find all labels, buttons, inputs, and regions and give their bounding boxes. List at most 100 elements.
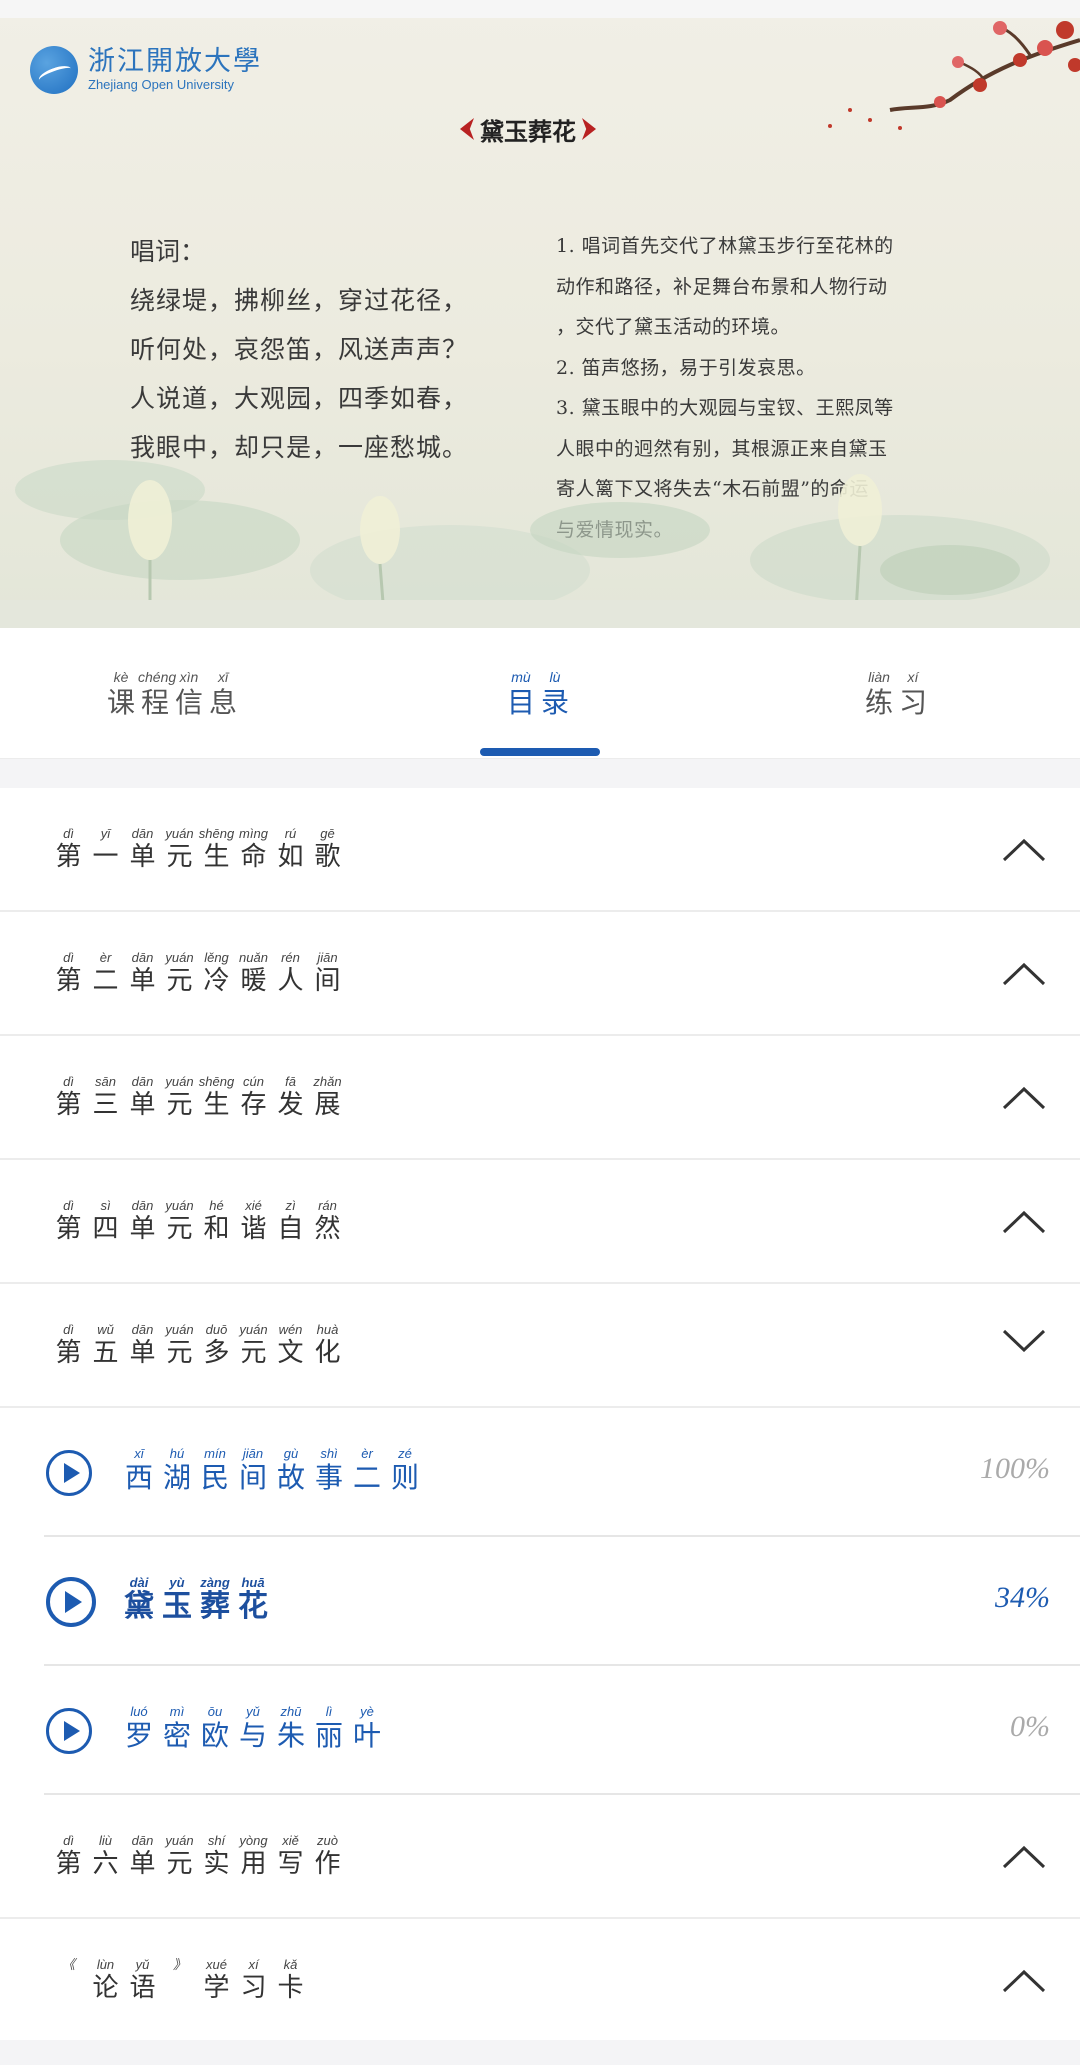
chevron-down-icon[interactable] xyxy=(1002,1328,1046,1352)
ruby-char: shì 事 xyxy=(310,1446,348,1494)
play-icon[interactable] xyxy=(46,1450,92,1496)
pinyin: yuán xyxy=(165,950,194,965)
hanzi: 四 xyxy=(92,1214,119,1244)
unit-row-2[interactable]: dì 第 èr 二 dān 单 yuán 元 lěng 冷 nuǎn 暖 rén 人 jiān 间 xyxy=(0,912,1080,1036)
hanzi: 命 xyxy=(240,842,267,872)
ruby-char: dān 单 xyxy=(124,950,161,996)
hanzi: 然 xyxy=(314,1214,341,1244)
lesson-row-2[interactable]: dài 黛 yù 玉 zàng 葬 huā 花 34% xyxy=(0,1537,1080,1666)
chevron-up-icon[interactable] xyxy=(1002,1845,1046,1869)
pinyin: yè xyxy=(360,1704,374,1719)
ruby-char: cún 存 xyxy=(235,1074,272,1120)
hanzi: 实 xyxy=(203,1849,230,1879)
university-logo: 浙江開放大學 Zhejiang Open University xyxy=(30,46,262,94)
slide-title-text: 黛玉葬花 xyxy=(480,117,576,146)
pinyin: lì xyxy=(325,1704,333,1719)
pinyin: mì xyxy=(169,1704,185,1719)
unit-row-5[interactable]: dì 第 wǔ 五 dān 单 yuán 元 duō 多 yuán 元 wén 文 huà 化 xyxy=(0,1284,1080,1408)
pinyin: 《 xyxy=(61,1957,75,1972)
hanzi: 程 xyxy=(140,686,169,719)
logo-chinese-name: 浙江開放大學 xyxy=(88,46,262,77)
chevron-up-icon[interactable] xyxy=(1002,962,1046,986)
ruby-char: xué 学 xyxy=(198,1957,235,2003)
pinyin: wén xyxy=(278,1322,303,1337)
pinyin: dì xyxy=(63,1322,74,1337)
tab-catalog[interactable]: mù 目 lù 录 xyxy=(504,668,572,720)
play-icon[interactable] xyxy=(46,1708,92,1754)
hanzi: 一 xyxy=(92,842,119,872)
ruby-char: zé 则 xyxy=(386,1446,424,1494)
pinyin: kǎ xyxy=(283,1957,298,1972)
hanzi: 六 xyxy=(92,1849,119,1879)
hanzi: 写 xyxy=(277,1849,304,1879)
pinyin: huà xyxy=(316,1322,339,1337)
ruby-char: rén 人 xyxy=(272,950,309,996)
ruby-char: xiě 写 xyxy=(272,1833,309,1879)
ruby-char: dài 黛 xyxy=(120,1575,158,1623)
unit-row-3[interactable]: dì 第 sān 三 dān 单 yuán 元 shēng 生 cún 存 fā 发 zhǎn 展 xyxy=(0,1036,1080,1160)
pinyin: duō xyxy=(205,1322,228,1337)
pinyin: yǔ xyxy=(135,1957,150,1972)
ruby-char: yù 玉 xyxy=(158,1575,196,1623)
chevron-up-icon[interactable] xyxy=(1002,838,1046,862)
ruby-char: yǔ 与 xyxy=(234,1704,272,1752)
ruby-char: sì 四 xyxy=(87,1198,124,1244)
tab-course-info[interactable]: kè 课 chéng 程 xìn 信 xī 息 xyxy=(104,668,240,720)
ruby-char: xī 西 xyxy=(120,1446,158,1494)
hanzi: 息 xyxy=(208,686,237,719)
play-icon[interactable] xyxy=(46,1577,96,1627)
ruby-char: yuán 元 xyxy=(235,1322,272,1368)
hanzi: 生 xyxy=(203,842,230,872)
lesson-row-3[interactable]: luó 罗 mì 密 ōu 欧 yǔ 与 zhū 朱 lì 丽 yè 叶 0% xyxy=(0,1666,1080,1795)
hanzi: 歌 xyxy=(314,842,341,872)
ruby-char: yuán 元 xyxy=(161,950,198,996)
hanzi: 论 xyxy=(92,1973,119,2003)
unit-row-4[interactable]: dì 第 sì 四 dān 单 yuán 元 hé 和 xié 谐 zì 自 rán 然 xyxy=(0,1160,1080,1284)
pinyin: dān xyxy=(131,1074,154,1089)
chevron-up-icon[interactable] xyxy=(1002,1210,1046,1234)
hanzi: 元 xyxy=(166,1090,193,1120)
hanzi: 发 xyxy=(277,1090,304,1120)
ruby-char: dì 第 xyxy=(50,1198,87,1244)
unit-row-6[interactable]: dì 第 liù 六 dān 单 yuán 元 shí 实 yòng 用 xiě 写 zuò 作 xyxy=(0,1795,1080,1919)
ruby-char: yuán 元 xyxy=(161,1322,198,1368)
tab-exercises[interactable]: liàn 练 xí 习 xyxy=(862,668,930,720)
chevron-up-icon[interactable] xyxy=(1002,1969,1046,1993)
pinyin: èr xyxy=(99,950,112,965)
pinyin: dān xyxy=(131,826,154,841)
hanzi: 作 xyxy=(314,1849,341,1879)
hanzi: 花 xyxy=(238,1589,268,1624)
ruby-char: kǎ 卡 xyxy=(272,1957,309,2003)
ruby-char: dì 第 xyxy=(50,1833,87,1879)
pinyin: luó xyxy=(130,1704,148,1719)
unit-row-1[interactable]: dì 第 yī 一 dān 单 yuán 元 shēng 生 mìng 命 rú 如 gē 歌 xyxy=(0,788,1080,912)
pinyin: dān xyxy=(131,1322,154,1337)
lesson-progress: 0% xyxy=(1010,1710,1050,1743)
hanzi: 文 xyxy=(277,1338,304,1368)
ruby-char: dān 单 xyxy=(124,1322,161,1368)
ruby-char: rán 然 xyxy=(309,1198,346,1244)
pinyin: xī xyxy=(134,1446,144,1461)
ruby-char: fā 发 xyxy=(272,1074,309,1120)
ruby-char: yuán 元 xyxy=(161,826,198,872)
pinyin: gù xyxy=(283,1446,299,1461)
hanzi: 第 xyxy=(55,966,82,996)
lesson-video-frame[interactable]: 浙江開放大學 Zhejiang Open University 黛玉葬花 唱词：… xyxy=(0,0,1080,628)
ruby-char: sān 三 xyxy=(87,1074,124,1120)
lotus-pond-illustration xyxy=(0,460,1080,628)
pinyin: yòng xyxy=(239,1833,268,1848)
lesson-title: xī 西 hú 湖 mín 民 jiān 间 gù 故 shì 事 èr 二 zé 则 xyxy=(120,1446,424,1494)
ruby-char: yuán 元 xyxy=(161,1833,198,1879)
pinyin: yuán xyxy=(165,1322,194,1337)
hanzi: 单 xyxy=(129,966,156,996)
hanzi: 密 xyxy=(162,1719,191,1752)
pinyin: shí xyxy=(207,1833,226,1848)
hanzi: 与 xyxy=(238,1719,267,1752)
ruby-char: 》 xyxy=(161,1957,198,2003)
pinyin: dān xyxy=(131,1833,154,1848)
hanzi: 元 xyxy=(166,1849,193,1879)
pinyin: zhǎn xyxy=(313,1074,342,1089)
unit-row-analects-card[interactable]: 《 lùn 论 yǔ 语》 xué 学 xí 习 kǎ 卡 xyxy=(0,1919,1080,2043)
lesson-row-1[interactable]: xī 西 hú 湖 mín 民 jiān 间 gù 故 shì 事 èr 二 zé 则 100% xyxy=(0,1408,1080,1537)
chevron-up-icon[interactable] xyxy=(1002,1086,1046,1110)
